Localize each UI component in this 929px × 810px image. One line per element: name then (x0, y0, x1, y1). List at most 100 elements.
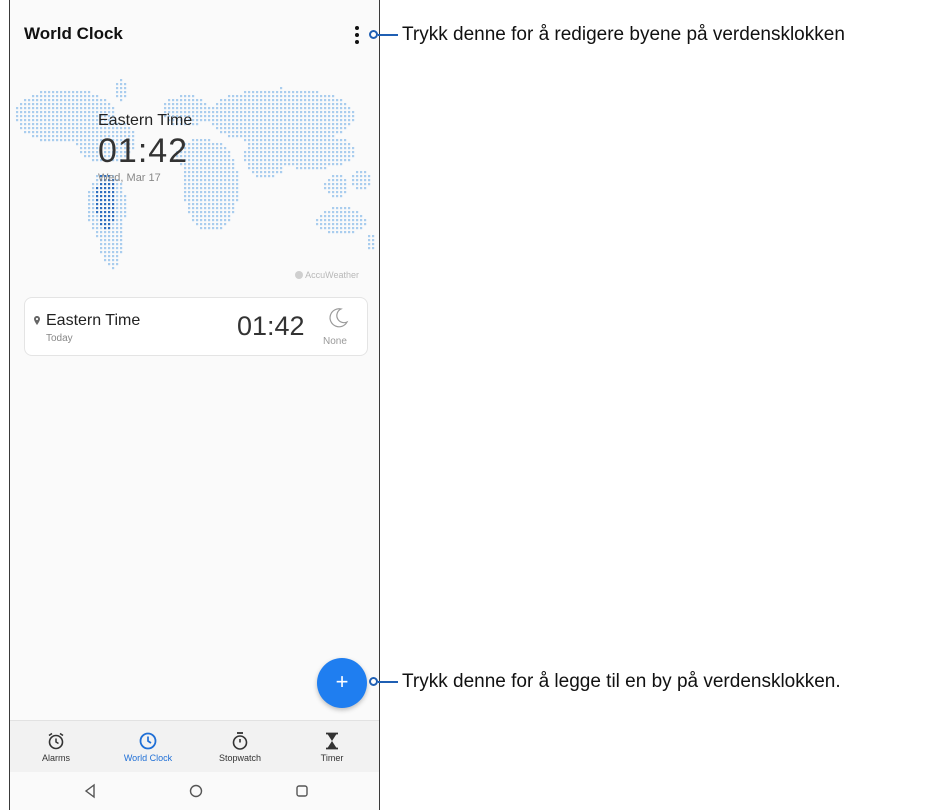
map-dot (200, 207, 203, 210)
map-dot (328, 155, 331, 158)
map-dot (360, 187, 363, 190)
map-dot (268, 139, 271, 142)
map-dot (288, 159, 291, 162)
map-dot (92, 215, 95, 218)
map-dot (88, 151, 91, 154)
map-dot (96, 219, 99, 222)
map-dot (240, 103, 243, 106)
map-dot (32, 119, 35, 122)
map-dot (232, 167, 235, 170)
more-options-button[interactable] (348, 24, 366, 46)
nav-world-clock[interactable]: World Clock (102, 721, 194, 773)
map-dot (336, 207, 339, 210)
map-dot (268, 143, 271, 146)
map-dot (332, 131, 335, 134)
map-dot (80, 143, 83, 146)
map-dot (368, 247, 371, 250)
map-dot (336, 183, 339, 186)
map-dot (108, 191, 111, 194)
map-dot (208, 151, 211, 154)
add-city-button[interactable]: + (317, 658, 367, 708)
map-dot (20, 123, 23, 126)
nav-alarms[interactable]: Alarms (10, 721, 102, 773)
map-dot (212, 159, 215, 162)
map-dot (352, 219, 355, 222)
nav-timer[interactable]: Timer (286, 721, 378, 773)
map-dot (216, 219, 219, 222)
map-dot (20, 107, 23, 110)
map-dot (300, 99, 303, 102)
map-dot (200, 175, 203, 178)
map-dot (372, 239, 375, 242)
map-dot (224, 159, 227, 162)
map-dot (288, 155, 291, 158)
map-dot (256, 123, 259, 126)
city-card[interactable]: Eastern Time Today 01:42 None (24, 297, 368, 356)
map-dot (52, 131, 55, 134)
map-dot (296, 91, 299, 94)
map-dot (196, 171, 199, 174)
map-dot (220, 215, 223, 218)
map-dot (192, 187, 195, 190)
map-dot (308, 167, 311, 170)
map-dot (216, 155, 219, 158)
map-dot (264, 131, 267, 134)
map-dot (224, 215, 227, 218)
map-dot (40, 111, 43, 114)
map-dot (332, 139, 335, 142)
map-dot (76, 135, 79, 138)
map-dot (104, 203, 107, 206)
map-dot (368, 179, 371, 182)
map-dot (328, 231, 331, 234)
map-dot (196, 139, 199, 142)
map-dot (320, 227, 323, 230)
map-dot (324, 139, 327, 142)
map-dot (192, 151, 195, 154)
map-dot (52, 123, 55, 126)
map-dot (276, 127, 279, 130)
map-dot (88, 139, 91, 142)
nav-stopwatch[interactable]: Stopwatch (194, 721, 286, 773)
map-dot (252, 95, 255, 98)
map-dot (256, 155, 259, 158)
map-dot (280, 143, 283, 146)
map-dot (76, 143, 79, 146)
map-dot (324, 219, 327, 222)
map-dot (188, 187, 191, 190)
map-dot (216, 203, 219, 206)
map-dot (340, 187, 343, 190)
page-title: World Clock (24, 24, 123, 43)
map-dot (224, 119, 227, 122)
map-dot (272, 139, 275, 142)
map-dot (84, 151, 87, 154)
map-dot (84, 115, 87, 118)
map-dot (340, 155, 343, 158)
map-dot (248, 151, 251, 154)
recents-icon[interactable] (290, 780, 314, 802)
map-dot (360, 183, 363, 186)
map-dot (236, 115, 239, 118)
map-dot (284, 159, 287, 162)
map-dot (48, 115, 51, 118)
map-dot (196, 211, 199, 214)
map-dot (304, 103, 307, 106)
map-dot (120, 251, 123, 254)
map-dot (352, 223, 355, 226)
map-dot (276, 99, 279, 102)
map-dot (84, 147, 87, 150)
map-dot (264, 151, 267, 154)
map-dot (52, 127, 55, 130)
home-icon[interactable] (184, 780, 208, 802)
map-dot (24, 103, 27, 106)
map-dot (312, 103, 315, 106)
map-dot (116, 83, 119, 86)
back-icon[interactable] (78, 780, 102, 802)
map-dot (108, 223, 111, 226)
map-dot (292, 115, 295, 118)
map-dot (192, 175, 195, 178)
map-dot (268, 95, 271, 98)
map-dot (348, 123, 351, 126)
map-dot (264, 163, 267, 166)
map-dot (356, 175, 359, 178)
map-dot (172, 103, 175, 106)
